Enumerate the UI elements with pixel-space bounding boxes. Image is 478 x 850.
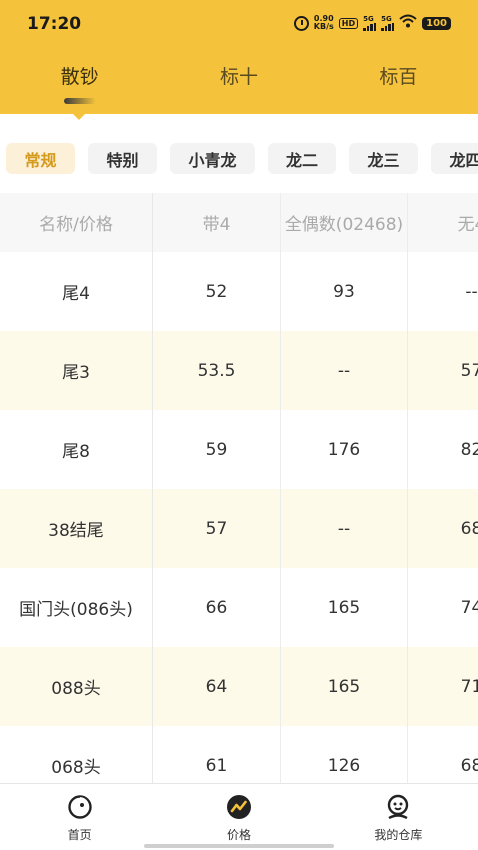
chip-longsan[interactable]: 龙三 — [349, 143, 418, 174]
chip-longsi[interactable]: 龙四 — [431, 143, 478, 174]
price-cell: 176 — [281, 410, 408, 489]
header-wu4: 无4 — [457, 215, 478, 235]
header-quan-ou: 全偶数(02468) — [281, 193, 408, 252]
price-cell: 82 — [460, 439, 478, 460]
active-tab-indicator — [63, 98, 96, 104]
profile-icon — [388, 794, 409, 820]
chip-xiaoqinglong[interactable]: 小青龙 — [170, 143, 255, 174]
row-name: 088头 — [0, 647, 153, 726]
nav-warehouse[interactable]: 我的仓库 — [319, 784, 478, 850]
alarm-icon — [293, 15, 309, 31]
table-row[interactable]: 38结尾 57 -- 68 — [0, 489, 478, 568]
price-cell: 64 — [153, 647, 281, 726]
chip-tebie[interactable]: 特别 — [88, 143, 157, 174]
row-name: 38结尾 — [0, 489, 153, 568]
signal-icon-2: 5G — [381, 15, 395, 31]
table-row[interactable]: 尾3 53.5 -- 57 — [0, 331, 478, 410]
top-tabs: 散钞 标十 标百 — [0, 62, 478, 106]
price-cell: 52 — [153, 252, 281, 331]
price-cell: 61 — [153, 726, 281, 783]
row-name: 国门头(086头) — [0, 568, 153, 647]
nav-label: 我的仓库 — [374, 828, 423, 842]
price-cell: 165 — [281, 647, 408, 726]
table-header-row: 名称/价格 带4 全偶数(02468) 无4 — [0, 193, 478, 252]
price-cell: 53.5 — [153, 331, 281, 410]
price-cell: 57 — [153, 489, 281, 568]
table-row[interactable]: 尾4 52 93 -- — [0, 252, 478, 331]
status-bar: 17:20 0.90 KB/s HD 5G 5G 100 — [0, 0, 478, 48]
category-chips: 常规 特别 小青龙 龙二 龙三 龙四 — [6, 143, 478, 174]
nav-label: 价格 — [226, 828, 251, 842]
home-icon — [67, 795, 92, 819]
wifi-icon — [399, 14, 417, 32]
price-cell: 68 — [460, 518, 478, 539]
bottom-nav: 首页 价格 我的仓库 — [0, 783, 478, 850]
tab-biaoshi[interactable]: 标十 — [159, 62, 318, 106]
table-row[interactable]: 088头 64 165 71 — [0, 647, 478, 726]
hd-icon: HD — [338, 17, 359, 29]
network-speed: 0.90 KB/s — [314, 15, 334, 31]
price-cell: 165 — [281, 568, 408, 647]
price-cell: 68 — [460, 755, 478, 776]
tab-label: 散钞 — [60, 66, 99, 88]
price-cell: -- — [465, 281, 478, 302]
table-row[interactable]: 国门头(086头) 66 165 74 — [0, 568, 478, 647]
price-cell: 66 — [153, 568, 281, 647]
status-time: 17:20 — [27, 14, 82, 34]
network-label-2: 5G — [381, 15, 392, 23]
price-cell: 126 — [281, 726, 408, 783]
header-name-price: 名称/价格 — [0, 193, 153, 252]
row-name: 尾3 — [0, 331, 153, 410]
speed-unit: KB/s — [313, 22, 334, 31]
price-cell: 59 — [153, 410, 281, 489]
home-indicator[interactable] — [144, 844, 334, 848]
app-header: 17:20 0.90 KB/s HD 5G 5G 100 散钞 标十 标百 — [0, 0, 478, 114]
price-cell: -- — [281, 331, 408, 410]
price-chart-icon — [226, 795, 251, 819]
table-row[interactable]: 尾8 59 176 82 — [0, 410, 478, 489]
tab-sanchao[interactable]: 散钞 — [0, 62, 159, 106]
network-label-1: 5G — [363, 15, 374, 23]
price-cell: 74 — [460, 597, 478, 618]
tab-pointer-icon — [71, 112, 87, 120]
price-cell: -- — [281, 489, 408, 568]
battery-icon: 100 — [422, 16, 451, 30]
chip-longer[interactable]: 龙二 — [268, 143, 336, 174]
price-cell: 71 — [460, 676, 478, 697]
row-name: 068头 — [0, 726, 153, 783]
status-icons: 0.90 KB/s HD 5G 5G 100 — [293, 14, 451, 32]
nav-home[interactable]: 首页 — [0, 784, 159, 850]
nav-label: 首页 — [67, 828, 92, 842]
table-row[interactable]: 068头 61 126 68 — [0, 726, 478, 783]
chip-changgui[interactable]: 常规 — [6, 143, 75, 174]
price-cell: 93 — [281, 252, 408, 331]
price-cell: 57 — [460, 360, 478, 381]
row-name: 尾8 — [0, 410, 153, 489]
nav-price[interactable]: 价格 — [159, 784, 318, 850]
price-table[interactable]: 名称/价格 带4 全偶数(02468) 无4 尾4 52 93 -- 尾3 53… — [0, 193, 478, 783]
tab-label: 标十 — [219, 66, 258, 88]
tab-label: 标百 — [379, 66, 418, 88]
header-dai4: 带4 — [153, 193, 281, 252]
row-name: 尾4 — [0, 252, 153, 331]
tab-biaobai[interactable]: 标百 — [319, 62, 478, 106]
signal-icon-1: 5G — [363, 15, 377, 31]
